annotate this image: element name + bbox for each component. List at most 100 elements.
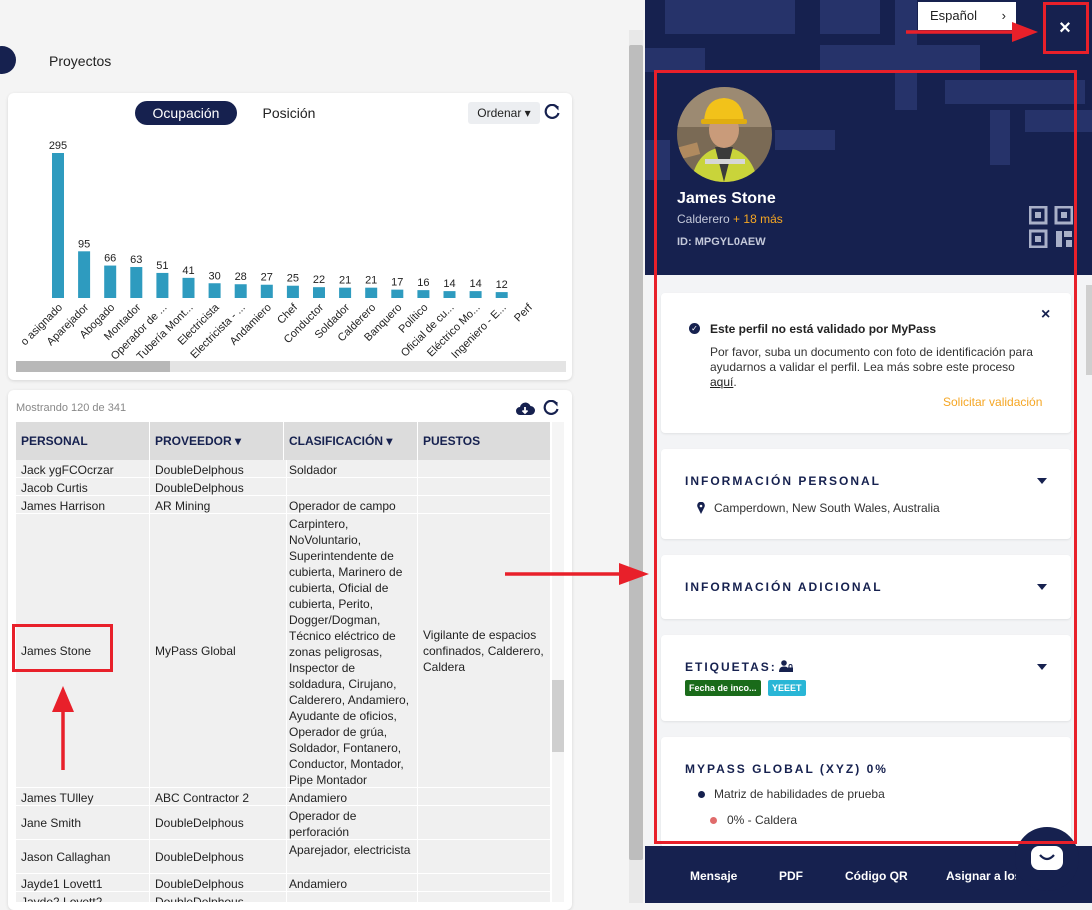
cell-positions <box>418 874 551 891</box>
bar[interactable] <box>104 265 117 298</box>
cell-provider: DoubleDelphous <box>150 460 287 477</box>
cell-classification: Operador de perforación <box>284 806 418 839</box>
tab-position[interactable]: Posición <box>254 101 324 125</box>
bar-value-label: 25 <box>287 273 299 285</box>
table-row[interactable]: James TUlley ABC Contractor 2 Andamiero <box>16 788 551 806</box>
cell-classification: Andamiero <box>284 788 418 805</box>
bar-value-label: 51 <box>156 260 168 272</box>
bar[interactable] <box>313 287 325 298</box>
bar-value-label: 14 <box>469 278 481 290</box>
chat-smile-icon <box>1039 854 1055 861</box>
tab-occupation[interactable]: Ocupación <box>135 101 237 125</box>
table-scrollbar-thumb[interactable] <box>552 680 564 752</box>
projects-tab[interactable]: Proyectos <box>49 53 111 69</box>
annotation-box-panel <box>654 70 1077 844</box>
bar[interactable] <box>130 267 143 298</box>
table-row[interactable]: Jason Callaghan DoubleDelphous Aparejado… <box>16 840 551 874</box>
bar[interactable] <box>234 284 247 298</box>
table-row[interactable]: Jack ygFCOcrzar DoubleDelphous Soldador <box>16 460 551 478</box>
table-vertical-scrollbar[interactable] <box>552 422 564 902</box>
bar[interactable] <box>495 292 508 298</box>
cell-provider: AR Mining <box>150 496 287 513</box>
bar-value-label: 14 <box>443 278 455 290</box>
cell-positions <box>418 496 551 513</box>
sort-dropdown[interactable]: Ordenar ▾ <box>468 102 540 124</box>
page-scrollbar-thumb[interactable] <box>629 45 643 860</box>
bar-value-label: 63 <box>130 254 142 266</box>
cell-positions <box>418 892 551 902</box>
cell-classification: Aparejador, electricista <box>284 840 418 873</box>
message-button[interactable]: Mensaje <box>690 869 737 883</box>
table-row[interactable]: Jacob Curtis DoubleDelphous <box>16 478 551 496</box>
bar[interactable] <box>78 251 91 298</box>
column-header-positions[interactable]: PUESTOS <box>418 422 551 460</box>
panel-scrollbar-thumb[interactable] <box>1086 285 1092 375</box>
cell-provider: DoubleDelphous <box>150 840 287 873</box>
cell-classification <box>284 892 418 902</box>
assign-button[interactable]: Asignar a los p <box>946 869 1016 883</box>
cell-personal[interactable]: Jayde1 Lovett1 <box>16 874 150 891</box>
cell-classification: Andamiero <box>284 874 418 891</box>
bar-value-label: 21 <box>339 275 351 287</box>
cell-provider: ABC Contractor 2 <box>150 788 287 805</box>
table-refresh-icon[interactable] <box>543 400 559 416</box>
table-row[interactable]: Jane Smith DoubleDelphous Operador de pe… <box>16 806 551 840</box>
bar-value-label: 30 <box>208 270 220 282</box>
column-header-provider[interactable]: PROVEEDOR ▾ <box>150 422 284 460</box>
qr-code-button[interactable]: Código QR <box>845 869 908 883</box>
bar[interactable] <box>156 272 169 298</box>
bar-value-label: 21 <box>365 275 377 287</box>
cell-provider: DoubleDelphous <box>150 874 287 891</box>
bar[interactable] <box>339 287 352 298</box>
cell-personal[interactable]: James TUlley <box>16 788 150 805</box>
bar[interactable] <box>182 277 195 298</box>
bar[interactable] <box>391 289 404 298</box>
bar-value-label: 16 <box>417 277 429 289</box>
bar[interactable] <box>286 285 299 298</box>
chart-scrollbar-thumb[interactable] <box>16 361 170 372</box>
cell-provider: MyPass Global <box>150 514 287 787</box>
table-row[interactable]: James Harrison AR Mining Operador de cam… <box>16 496 551 514</box>
cell-personal[interactable]: Jack ygFCOcrzar <box>16 460 150 477</box>
bar[interactable] <box>208 283 221 298</box>
annotation-arrow-panel <box>505 563 649 585</box>
annotation-box-row <box>12 624 113 672</box>
annotation-arrow-row <box>52 686 74 770</box>
cell-classification: Operador de campo <box>284 496 418 513</box>
cell-positions: Vigilante de espacios confinados, Calder… <box>418 514 551 787</box>
cell-provider: DoubleDelphous <box>150 806 287 839</box>
cell-positions <box>418 460 551 477</box>
refresh-icon[interactable] <box>544 104 560 120</box>
cloud-download-icon[interactable] <box>515 400 535 418</box>
annotation-arrow-close <box>906 22 1038 42</box>
bar[interactable] <box>469 291 482 298</box>
bar[interactable] <box>443 291 456 298</box>
cell-positions <box>418 788 551 805</box>
bar-value-label: 27 <box>261 272 273 284</box>
bar[interactable] <box>52 153 64 298</box>
bar-value-label: 95 <box>78 238 90 250</box>
cell-provider: DoubleDelphous <box>150 892 287 902</box>
results-count: Mostrando 120 de 341 <box>16 402 127 414</box>
table-row[interactable]: Jayde1 Lovett1 DoubleDelphous Andamiero <box>16 874 551 892</box>
pdf-button[interactable]: PDF <box>779 869 803 883</box>
occupation-bar-chart: 295o asignado95Aparejador66Abogado63Mont… <box>19 140 536 360</box>
column-header-classification[interactable]: CLASIFICACIÓN ▾ <box>284 422 418 460</box>
table-row[interactable]: Jayde2 Lovett2 DoubleDelphous <box>16 892 551 903</box>
cell-personal[interactable]: Jane Smith <box>16 806 150 839</box>
cell-personal[interactable]: Jason Callaghan <box>16 840 150 873</box>
back-button[interactable] <box>0 46 16 74</box>
cell-positions <box>418 806 551 839</box>
bar[interactable] <box>260 284 273 298</box>
column-header-personal[interactable]: PERSONAL <box>16 422 150 460</box>
bar-value-label: 12 <box>496 279 508 291</box>
bar[interactable] <box>417 290 430 298</box>
bar-value-label: 66 <box>104 253 116 265</box>
cell-classification <box>284 478 418 495</box>
cell-personal[interactable]: Jayde2 Lovett2 <box>16 892 150 902</box>
bar[interactable] <box>365 287 378 298</box>
bar-value-label: 41 <box>182 265 194 277</box>
cell-personal[interactable]: Jacob Curtis <box>16 478 150 495</box>
cell-classification: Carpintero, NoVoluntario, Superintendent… <box>284 514 418 787</box>
cell-personal[interactable]: James Harrison <box>16 496 150 513</box>
